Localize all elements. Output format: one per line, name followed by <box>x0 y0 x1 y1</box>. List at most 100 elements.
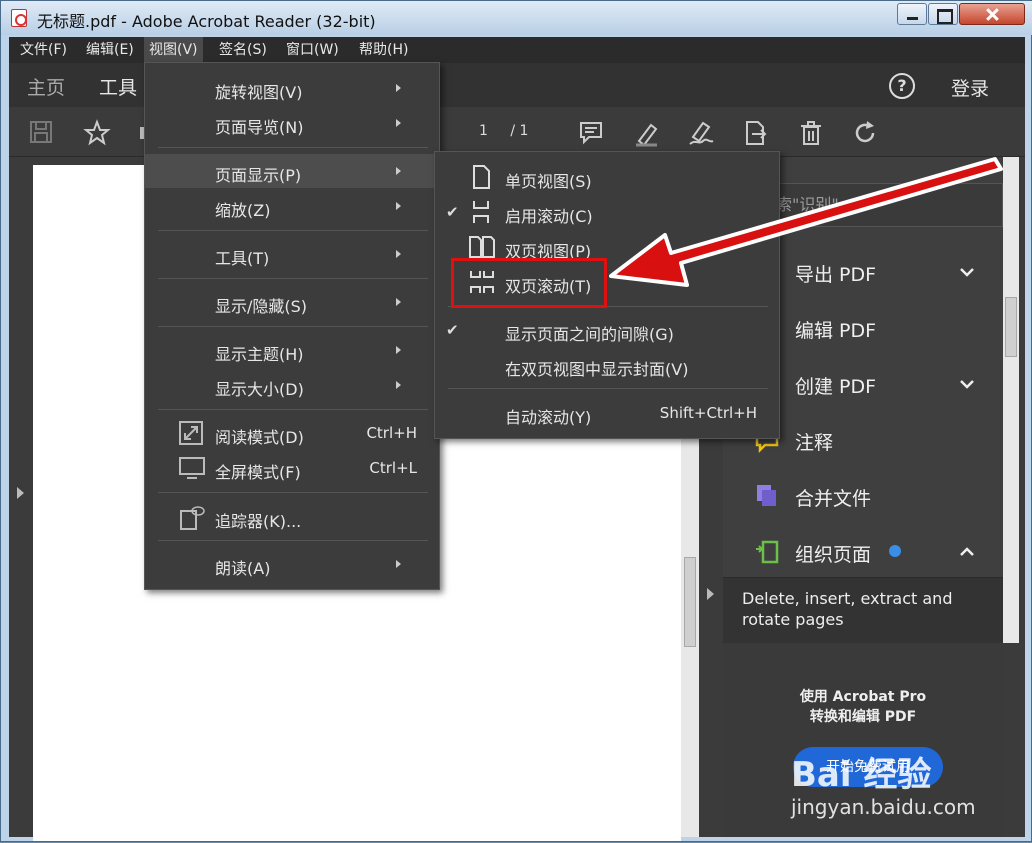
minimize-button[interactable] <box>897 3 927 25</box>
menu-item-label: 页面导览(N) <box>215 118 304 137</box>
menu-item-label: 朗读(A) <box>215 559 271 578</box>
single-page-icon <box>469 165 493 189</box>
full-screen-icon <box>179 456 205 480</box>
maximize-button[interactable] <box>928 3 958 25</box>
delete-icon[interactable] <box>797 119 825 147</box>
submenu-arrow-icon <box>396 346 401 354</box>
page-indicator: 1 / 1 <box>479 123 528 139</box>
menu-item-label: 单页视图(S) <box>505 172 592 191</box>
annotation-highlight-box <box>451 258 607 308</box>
promo-text: 使用 Acrobat Pro 转换和编辑 PDF <box>799 689 927 725</box>
menu-item-label: 显示页面之间的间隙(G) <box>505 325 674 344</box>
menu-item-label: 显示/隐藏(S) <box>215 297 308 316</box>
menu-item-enable-scrolling[interactable]: ✔ 启用滚动(C) <box>435 195 779 229</box>
tool-label: 注释 <box>795 432 834 454</box>
tab-tools[interactable]: 工具 <box>99 73 137 100</box>
menu-item-label: 启用滚动(C) <box>505 207 593 226</box>
menu-item-label: 全屏模式(F) <box>215 463 301 482</box>
menu-item-tracker[interactable]: 追踪器(K)... <box>145 500 439 534</box>
highlight-pen-icon[interactable] <box>633 119 661 147</box>
menu-file[interactable]: 文件(F) <box>15 37 72 63</box>
save-icon[interactable] <box>27 119 55 147</box>
menu-item-zoom[interactable]: 缩放(Z) <box>145 189 439 223</box>
menu-item-label: 阅读模式(D) <box>215 428 304 447</box>
tool-label: 编辑 PDF <box>795 320 877 342</box>
menu-separator <box>158 278 428 279</box>
menu-item-full-screen[interactable]: 全屏模式(F) Ctrl+L <box>145 451 439 485</box>
sign-icon[interactable] <box>687 119 715 147</box>
scroll-icon <box>469 200 493 224</box>
submenu-arrow-icon <box>396 381 401 389</box>
right-panel-toggle-icon[interactable] <box>707 588 714 600</box>
chevron-down-icon[interactable] <box>959 374 975 395</box>
menu-item-read-aloud[interactable]: 朗读(A) <box>145 547 439 581</box>
two-page-icon <box>469 235 495 259</box>
scrollbar-thumb[interactable] <box>1005 297 1017 357</box>
submenu-arrow-icon <box>396 560 401 568</box>
menu-separator <box>158 540 428 541</box>
menu-item-show-gaps[interactable]: ✔ 显示页面之间的间隙(G) <box>435 313 779 347</box>
menu-item-reading-mode[interactable]: 阅读模式(D) Ctrl+H <box>145 416 439 450</box>
tool-label: 创建 PDF <box>795 376 877 398</box>
window-title: 无标题.pdf - Adobe Acrobat Reader (32-bit) <box>37 12 376 31</box>
menu-separator <box>158 492 428 493</box>
menu-item-display-size[interactable]: 显示大小(D) <box>145 368 439 402</box>
description-text: Delete, insert, extract and rotate pages <box>742 589 953 629</box>
help-icon[interactable]: ? <box>889 73 915 99</box>
left-panel-toggle-icon[interactable] <box>17 487 24 499</box>
combine-files-icon <box>753 483 781 509</box>
menu-help[interactable]: 帮助(H) <box>354 37 413 63</box>
menu-item-tools[interactable]: 工具(T) <box>145 237 439 271</box>
menu-shortcut: Ctrl+L <box>369 459 417 477</box>
menu-item-rotate-view[interactable]: 旋转视图(V) <box>145 71 439 105</box>
tracker-icon <box>179 505 205 530</box>
rotate-icon[interactable] <box>851 119 879 147</box>
submenu-arrow-icon <box>396 119 401 127</box>
menu-separator <box>158 147 428 148</box>
export-icon[interactable] <box>741 119 769 147</box>
menu-item-auto-scroll[interactable]: 自动滚动(Y) Shift+Ctrl+H <box>435 396 779 430</box>
app-window: 无标题.pdf - Adobe Acrobat Reader (32-bit) … <box>0 0 1032 842</box>
submenu-arrow-icon <box>396 202 401 210</box>
menu-item-page-navigation[interactable]: 页面导览(N) <box>145 106 439 140</box>
tools-panel-scrollbar[interactable] <box>1003 157 1019 643</box>
submenu-arrow-icon <box>396 298 401 306</box>
star-icon[interactable] <box>83 119 111 147</box>
menu-separator <box>448 388 768 389</box>
close-button[interactable] <box>959 3 1025 25</box>
menu-window[interactable]: 窗口(W) <box>281 37 344 63</box>
menu-item-label: 工具(T) <box>215 249 270 268</box>
view-menu: 旋转视图(V) 页面导览(N) 页面显示(P) 缩放(Z) 工具(T) 显示/隐… <box>144 62 440 590</box>
menu-view[interactable]: 视图(V) <box>144 37 203 63</box>
menu-item-page-display[interactable]: 页面显示(P) <box>145 154 439 188</box>
acrobat-app-icon <box>11 9 27 27</box>
comment-icon[interactable] <box>577 119 605 147</box>
checkmark-icon: ✔ <box>446 321 459 339</box>
login-button[interactable]: 登录 <box>951 74 989 101</box>
scrollbar-thumb[interactable] <box>684 557 696 647</box>
menu-separator <box>158 230 428 231</box>
page-current[interactable]: 1 <box>479 123 488 139</box>
menu-edit[interactable]: 编辑(E) <box>81 37 139 63</box>
tool-label: 组织页面 <box>795 544 872 566</box>
menu-separator <box>158 409 428 410</box>
menu-item-show-cover-page[interactable]: 在双页视图中显示封面(V) <box>435 348 779 382</box>
menu-sign[interactable]: 签名(S) <box>214 37 272 63</box>
chevron-up-icon[interactable] <box>959 542 975 563</box>
tool-label: 导出 PDF <box>795 264 877 286</box>
tool-organize-pages[interactable]: 组织页面 <box>723 527 1003 577</box>
chevron-down-icon[interactable] <box>959 262 975 283</box>
organize-pages-icon <box>753 539 781 565</box>
menu-item-single-page-view[interactable]: 单页视图(S) <box>435 160 779 194</box>
menu-item-show-theme[interactable]: 显示主题(H) <box>145 333 439 367</box>
menu-separator <box>158 326 428 327</box>
tools-search-input[interactable]: 搜索"识别" <box>753 183 1003 227</box>
menu-item-label: 页面显示(P) <box>215 166 302 185</box>
watermark-site: jingyan.baidu.com <box>791 795 976 819</box>
tab-home[interactable]: 主页 <box>27 73 65 100</box>
menu-item-label: 在双页视图中显示封面(V) <box>505 360 689 379</box>
tool-combine-files[interactable]: 合并文件 <box>723 471 1003 521</box>
title-bar: 无标题.pdf - Adobe Acrobat Reader (32-bit) <box>1 1 1032 35</box>
menu-item-show-hide[interactable]: 显示/隐藏(S) <box>145 285 439 319</box>
menu-item-label: 缩放(Z) <box>215 201 271 220</box>
